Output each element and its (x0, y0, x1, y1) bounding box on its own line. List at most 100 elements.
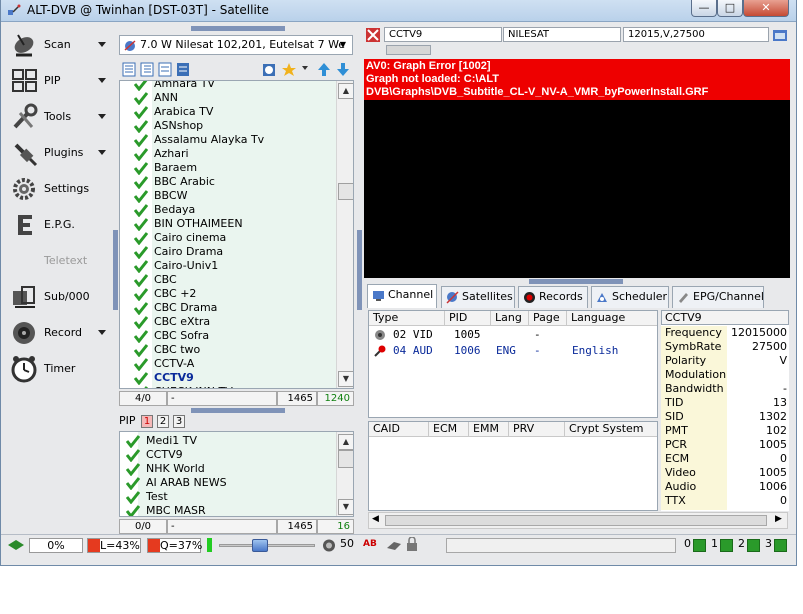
col-ecm[interactable]: ECM (429, 422, 469, 436)
list-view-4-icon[interactable] (176, 62, 190, 77)
splitter-left[interactable] (113, 230, 118, 310)
tab-channel[interactable]: Channel (367, 284, 437, 308)
pip-list-item[interactable]: CCTV9 (120, 448, 336, 462)
col-language[interactable]: Language (567, 311, 657, 325)
arrow-up-icon[interactable] (317, 62, 331, 77)
channel-list-item[interactable]: CBC (120, 273, 336, 287)
timer-button[interactable]: Timer (10, 352, 110, 386)
channel-list-item[interactable]: Cairo cinema (120, 231, 336, 245)
satellite-select[interactable]: 7.0 W Nilesat 102,201, Eutelsat 7 We ▼ (119, 35, 353, 55)
scroll-up-button[interactable]: ▲ (338, 83, 353, 99)
col-caid[interactable]: CAID (369, 422, 429, 436)
tab-scheduler[interactable]: Scheduler (591, 286, 669, 308)
subtitle-button[interactable]: Sub/000 (10, 280, 110, 314)
ab-label[interactable]: AB (363, 537, 377, 553)
scan-button[interactable]: Scan (10, 28, 110, 62)
plugins-button[interactable]: Plugins (10, 136, 110, 170)
arrow-down-icon[interactable] (336, 62, 350, 77)
channel-list-item[interactable]: CBC two (120, 343, 336, 357)
channel-list-item[interactable]: CHECK INN TV (120, 385, 336, 388)
record-button[interactable]: Record (10, 316, 110, 350)
channel-list-item[interactable]: Azhari (120, 147, 336, 161)
record-slot-icon[interactable] (774, 539, 787, 552)
scroll-down-button[interactable]: ▼ (338, 499, 353, 515)
pip-list-item[interactable]: MBC MASR (120, 504, 336, 516)
col-type[interactable]: Type (369, 311, 445, 325)
table-row[interactable]: 04 AUD 1006 ENG - English (369, 343, 657, 358)
col-crypt-system[interactable]: Crypt System (565, 422, 657, 436)
speaker-icon[interactable] (321, 538, 337, 553)
splitter-video[interactable] (529, 279, 623, 284)
pip-3-button[interactable]: 3 (173, 415, 185, 428)
scroll-up-button[interactable]: ▲ (338, 434, 353, 450)
chevron-down-icon[interactable] (302, 66, 308, 70)
scroll-thumb[interactable] (338, 183, 353, 200)
scroll-left-icon[interactable]: ◀ (372, 514, 379, 524)
channel-scrollbar[interactable]: ▲ ▼ (336, 81, 353, 388)
tab-epg-channel[interactable]: EPG/Channel (672, 286, 764, 308)
chevron-down-icon[interactable]: ▼ (335, 38, 351, 52)
chevron-down-icon[interactable] (98, 114, 106, 119)
channel-list-item[interactable]: BBCW (120, 189, 336, 203)
channel-list-item[interactable]: Amnara TV (120, 81, 336, 91)
settings-button[interactable]: Settings (10, 172, 110, 206)
col-emm[interactable]: EMM (469, 422, 509, 436)
favorites-icon[interactable] (282, 62, 296, 77)
teletext-button[interactable]: Teletext (10, 244, 110, 278)
chevron-down-icon[interactable] (98, 150, 106, 155)
channel-list-item[interactable]: ANN (120, 91, 336, 105)
splitter-pip[interactable] (191, 408, 285, 413)
channel-list-item[interactable]: CBC +2 (120, 287, 336, 301)
record-slot-icon[interactable] (720, 539, 733, 552)
channel-list-item[interactable]: CCTV-A (120, 357, 336, 371)
hand-icon[interactable] (386, 540, 402, 551)
col-pid[interactable]: PID (445, 311, 491, 325)
record-slot-icon[interactable] (693, 539, 706, 552)
channel-list-item[interactable]: Assalamu Alayka Tv (120, 133, 336, 147)
col-prv[interactable]: PRV (509, 422, 565, 436)
splitter-middle[interactable] (357, 230, 362, 310)
col-lang[interactable]: Lang (491, 311, 529, 325)
channel-list-item[interactable]: Bedaya (120, 203, 336, 217)
chevron-down-icon[interactable] (98, 330, 106, 335)
list-view-icon[interactable] (122, 62, 136, 77)
pip-list-item[interactable]: Test (120, 490, 336, 504)
maximize-button[interactable]: □ (717, 0, 743, 17)
channel-list-item[interactable]: ASNshop (120, 119, 336, 133)
tab-satellites[interactable]: Satellites (441, 286, 515, 308)
close-button[interactable]: ✕ (743, 0, 789, 17)
channel-list-item[interactable]: Cairo-Univ1 (120, 259, 336, 273)
record-slot-icon[interactable] (747, 539, 760, 552)
pip-2-button[interactable]: 2 (157, 415, 169, 428)
tools-button[interactable]: Tools (10, 100, 110, 134)
channel-list-item[interactable]: CCTV9 (120, 371, 336, 385)
pip-list-item[interactable]: NHK World (120, 462, 336, 476)
scroll-thumb[interactable] (385, 515, 767, 526)
channel-list-item[interactable]: BIN OTHAIMEEN (120, 217, 336, 231)
tab-records[interactable]: Records (518, 286, 588, 308)
pip-1-button[interactable]: 1 (141, 415, 153, 428)
scroll-right-icon[interactable]: ▶ (775, 514, 782, 524)
splitter-top[interactable] (191, 26, 285, 31)
channel-list-item[interactable]: CBC Drama (120, 301, 336, 315)
channel-list-item[interactable]: Arabica TV (120, 105, 336, 119)
lock-icon[interactable] (406, 537, 418, 552)
pip-button[interactable]: PIP (10, 64, 110, 98)
window-mode-icon[interactable] (772, 27, 788, 43)
chevron-down-icon[interactable] (98, 78, 106, 83)
bottom-scrollbar[interactable]: ◀ ▶ (368, 512, 788, 529)
channel-list-item[interactable]: Baraem (120, 161, 336, 175)
chevron-down-icon[interactable] (98, 42, 106, 47)
volume-slider-thumb[interactable] (252, 539, 269, 552)
pip-scrollbar[interactable]: ▲ ▼ (336, 432, 353, 516)
channel-list-item[interactable]: CBC eXtra (120, 315, 336, 329)
table-row[interactable]: 02 VID 1005 - (369, 327, 657, 342)
list-view-3-icon[interactable] (158, 62, 172, 77)
col-page[interactable]: Page (529, 311, 567, 325)
list-view-2-icon[interactable] (140, 62, 154, 77)
channel-list-item[interactable]: Cairo Drama (120, 245, 336, 259)
clock-icon[interactable] (262, 62, 276, 77)
volume-slider[interactable] (219, 539, 315, 552)
channel-list-item[interactable]: CBC Sofra (120, 329, 336, 343)
pip-list-item[interactable]: Medi1 TV (120, 434, 336, 448)
